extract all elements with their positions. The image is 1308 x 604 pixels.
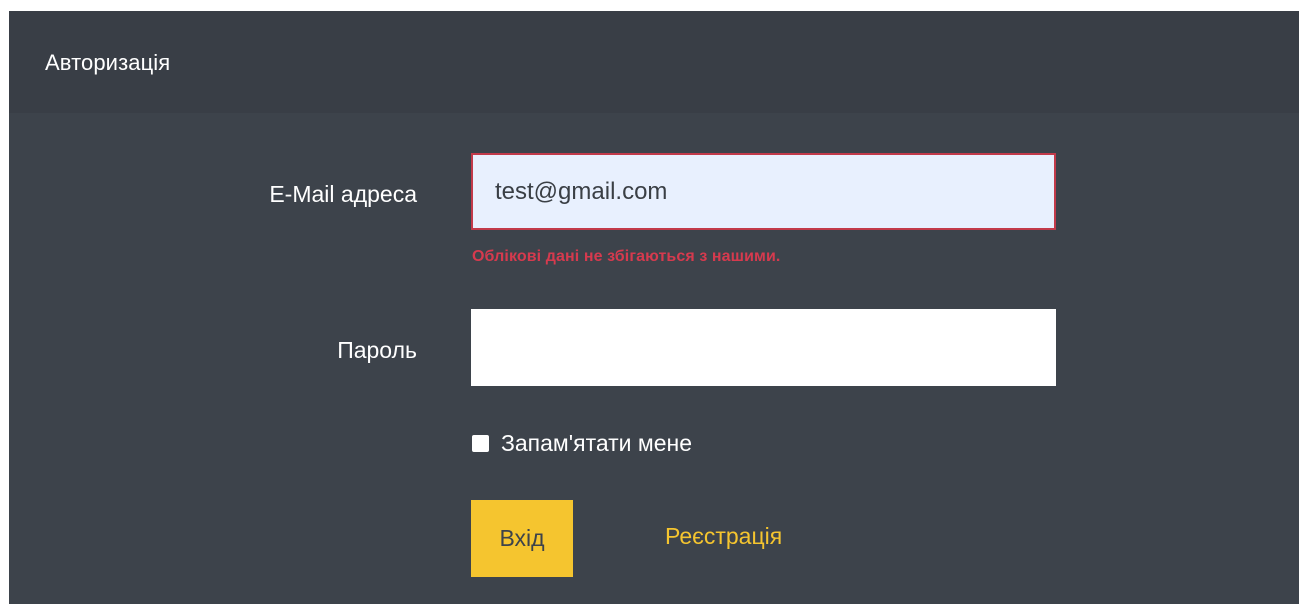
card-header: Авторизація [9,11,1299,113]
remember-me-row: Запам'ятати мене [472,429,692,457]
email-error-message: Облікові дані не збігаються з нашими. [472,248,781,265]
register-link[interactable]: Реєстрація [665,522,782,550]
email-input[interactable] [471,153,1056,230]
card-title: Авторизація [45,50,171,75]
remember-me-checkbox[interactable] [472,434,489,452]
login-button[interactable]: Вхід [471,500,573,577]
password-input[interactable] [471,309,1056,386]
login-card: Авторизація E-Mail адреса Облікові дані … [9,11,1299,604]
email-label: E-Mail адреса [269,181,417,207]
remember-me-label[interactable]: Запам'ятати мене [501,429,692,457]
password-label: Пароль [337,337,417,363]
